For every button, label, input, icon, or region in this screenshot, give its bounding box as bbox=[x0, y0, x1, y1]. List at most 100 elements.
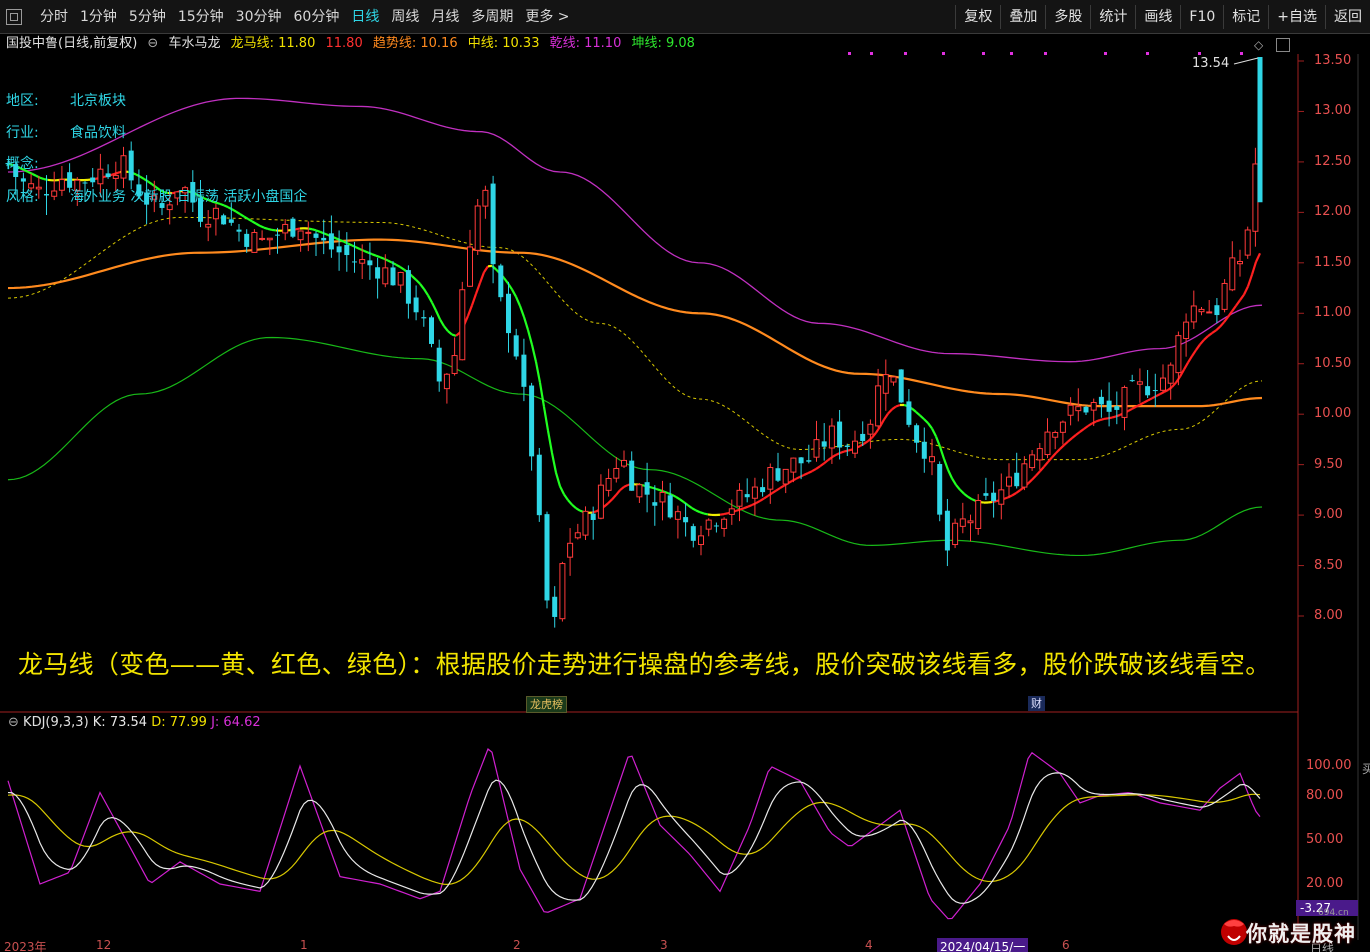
dragon-horse-line-segment bbox=[379, 256, 385, 260]
trend-line bbox=[7, 238, 1263, 408]
candlestick bbox=[775, 452, 781, 483]
candlestick bbox=[690, 523, 696, 548]
kdj-j-value: J: 64.62 bbox=[211, 715, 261, 730]
dragon-horse-line-segment bbox=[511, 288, 517, 298]
candlestick-chart[interactable] bbox=[0, 0, 1370, 952]
candlestick bbox=[644, 462, 650, 513]
dragon-horse-line-segment bbox=[263, 226, 269, 231]
candlestick bbox=[1052, 430, 1059, 450]
signal-dot bbox=[1044, 52, 1047, 55]
candlestick bbox=[236, 223, 242, 242]
candlestick bbox=[297, 230, 304, 252]
candlestick bbox=[921, 427, 927, 473]
candlestick bbox=[1121, 385, 1128, 431]
kdj-settings-icon[interactable]: ⊖ bbox=[8, 715, 19, 730]
kdj-tick-label: 20.00 bbox=[1306, 876, 1344, 891]
candlestick bbox=[536, 447, 542, 522]
dragon-horse-line-segment bbox=[1215, 325, 1221, 332]
dragon-horse-line-segment bbox=[1159, 391, 1165, 396]
candlestick bbox=[1098, 389, 1104, 418]
dragon-horse-line-segment bbox=[811, 467, 817, 473]
dragon-horse-line-segment bbox=[591, 510, 597, 514]
candlestick bbox=[813, 420, 820, 462]
signal-dot bbox=[1240, 52, 1243, 55]
dragon-horse-line-segment bbox=[1183, 362, 1189, 371]
candlestick bbox=[58, 166, 65, 196]
candlestick bbox=[290, 217, 296, 239]
dragon-horse-line-segment bbox=[563, 493, 569, 501]
dragon-horse-line-segment bbox=[687, 504, 693, 510]
candlestick bbox=[998, 473, 1005, 520]
dragon-horse-line-segment bbox=[271, 228, 277, 232]
dragon-horse-line-segment bbox=[1203, 335, 1209, 341]
kdj-info-line: ⊖ KDJ(9,3,3) K: 73.54 D: 77.99 J: 64.62 bbox=[8, 715, 261, 730]
dragon-horse-line-segment bbox=[343, 240, 349, 245]
candlestick bbox=[1221, 279, 1228, 313]
finance-badge[interactable]: 财 bbox=[1028, 696, 1045, 711]
dragon-horse-line-segment bbox=[323, 232, 329, 236]
candlestick bbox=[205, 210, 212, 242]
dragon-horse-line-segment bbox=[1047, 456, 1053, 463]
candlestick bbox=[1214, 298, 1220, 324]
dragon-horse-line-segment bbox=[607, 498, 613, 505]
dragon-horse-line-segment bbox=[474, 282, 482, 295]
candlestick bbox=[621, 450, 627, 468]
dragon-horse-line-segment bbox=[1187, 355, 1193, 364]
candlestick bbox=[751, 477, 758, 516]
price-tick-label: 8.50 bbox=[1314, 557, 1343, 573]
dragon-horse-line-segment bbox=[267, 227, 273, 231]
dragon-horse-line-segment bbox=[963, 492, 969, 498]
xaxis-label-jun: 6 bbox=[1062, 938, 1070, 952]
candlestick bbox=[582, 506, 589, 541]
dragon-horse-line-segment bbox=[371, 253, 377, 257]
dragon-horse-line-segment bbox=[651, 486, 657, 490]
style-value[interactable]: 海外业务 次新股 日振荡 活跃小盘国企 bbox=[70, 186, 307, 206]
industry-value[interactable]: 食品饮料 bbox=[70, 122, 126, 142]
dragon-horse-line-segment bbox=[803, 472, 809, 476]
kdj-d-value: D: 77.99 bbox=[151, 715, 207, 730]
dragon-horse-line-segment bbox=[411, 275, 417, 281]
dragon-horse-line-segment bbox=[434, 310, 442, 320]
dragon-horse-line-segment bbox=[823, 459, 829, 465]
dragon-horse-line-segment bbox=[1011, 492, 1017, 497]
dragon-horse-line-segment bbox=[530, 344, 538, 363]
dragon-horse-line-segment bbox=[251, 220, 257, 225]
candlestick bbox=[367, 242, 373, 280]
candlestick bbox=[674, 505, 681, 539]
candlestick bbox=[321, 219, 327, 255]
concept-label: 概念: bbox=[6, 156, 39, 172]
signal-dot bbox=[1104, 52, 1107, 55]
dragon-horse-line-segment bbox=[1059, 444, 1065, 450]
signal-dot bbox=[848, 52, 851, 55]
dragon-horse-line-segment bbox=[355, 246, 361, 251]
candlestick bbox=[1244, 226, 1251, 259]
candlestick bbox=[1206, 300, 1213, 314]
dragon-horse-line-segment bbox=[1051, 452, 1057, 459]
dragon-horse-line-segment bbox=[1246, 274, 1254, 287]
kdj-label[interactable]: KDJ(9,3,3) bbox=[23, 715, 89, 730]
dragon-horse-line-segment bbox=[1167, 386, 1173, 391]
dragon-horse-line-segment bbox=[431, 302, 437, 312]
candlestick bbox=[1160, 364, 1166, 393]
xaxis-label-2023: 2023年 bbox=[4, 940, 47, 952]
price-tick-label: 12.00 bbox=[1314, 204, 1352, 220]
dragon-horse-line-segment bbox=[815, 465, 821, 470]
dragon-horse-line-segment bbox=[447, 330, 453, 336]
dragon-horse-line-segment bbox=[1087, 422, 1093, 427]
dragon-horse-line-segment bbox=[575, 507, 581, 512]
dragon-horse-line-segment bbox=[955, 484, 961, 491]
price-tick-label: 9.50 bbox=[1314, 456, 1343, 472]
dragon-horse-line-segment bbox=[1039, 465, 1045, 472]
dragon-horse-line-segment bbox=[383, 257, 389, 262]
watermark-logo: 你就是股神 694.cn bbox=[1218, 908, 1355, 952]
region-value[interactable]: 北京板块 bbox=[70, 90, 126, 110]
candlestick bbox=[667, 482, 673, 519]
kdj-tick-label: 50.00 bbox=[1306, 831, 1344, 847]
xaxis-label-apr: 4 bbox=[865, 938, 873, 952]
candlestick bbox=[421, 310, 427, 327]
dragon-horse-line-segment bbox=[1083, 425, 1089, 430]
candlestick bbox=[597, 474, 604, 520]
dragon-horse-line-segment bbox=[1199, 339, 1205, 346]
dragon-tiger-badge[interactable]: 龙虎榜 bbox=[526, 696, 567, 713]
candlestick bbox=[567, 528, 574, 576]
